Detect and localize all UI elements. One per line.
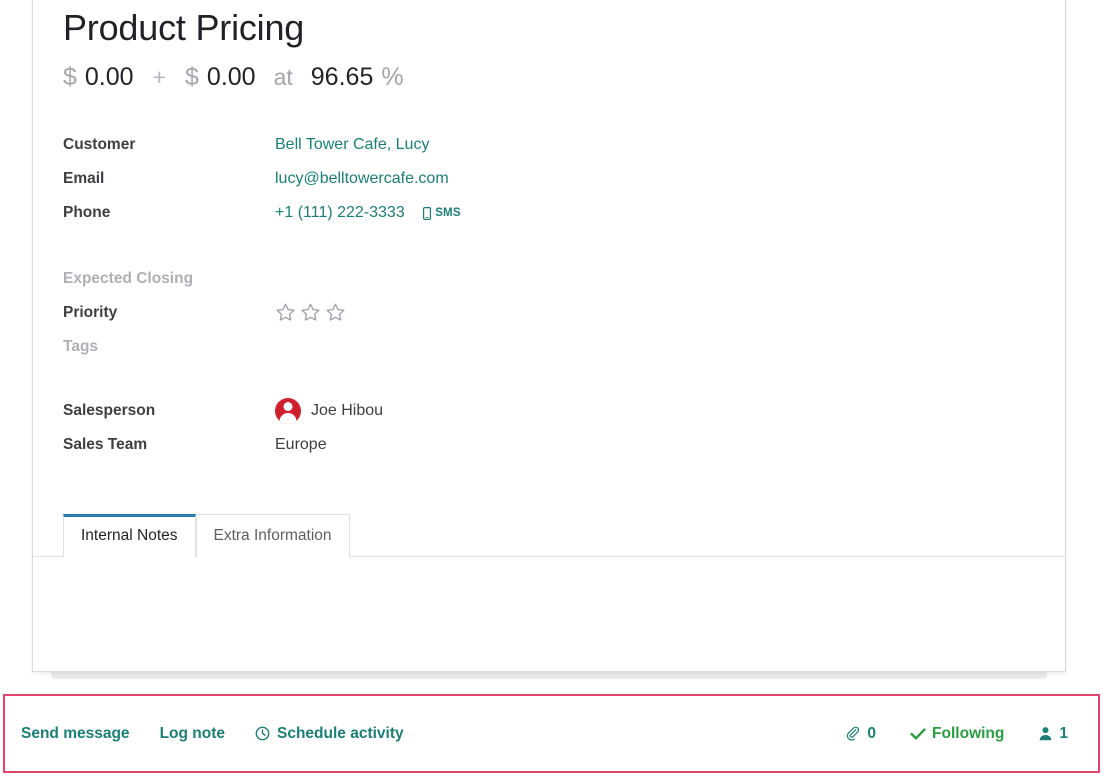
field-group-contact: Customer Bell Tower Cafe, Lucy Email luc…: [63, 132, 1035, 458]
star-icon-2[interactable]: [300, 302, 321, 323]
follower-count: 1: [1059, 724, 1068, 742]
salesperson-chip[interactable]: Joe Hibou: [275, 398, 384, 425]
notebook-panel-internal-notes[interactable]: [63, 557, 1035, 630]
record-form-card: Product Pricing $ 0.00 + $ 0.00 at 96.65…: [32, 0, 1066, 679]
field-row-customer: Customer Bell Tower Cafe, Lucy: [63, 132, 1035, 158]
chatter-stats: 0 Following 1: [811, 725, 1082, 743]
field-row-email: Email lucy@belltowercafe.com: [63, 166, 1035, 192]
check-icon: [910, 727, 926, 741]
sms-label: SMS: [435, 207, 461, 219]
currency-symbol-secondary: $: [185, 63, 199, 91]
attachment-count-button[interactable]: 0: [845, 725, 876, 743]
at-label: at: [273, 64, 293, 90]
tab-extra-information[interactable]: Extra Information: [195, 514, 350, 558]
field-value-sales-team[interactable]: Europe: [275, 432, 327, 458]
field-label-expected-closing: Expected Closing: [63, 270, 194, 288]
email-link[interactable]: lucy@belltowercafe.com: [275, 170, 449, 187]
following-button[interactable]: Following: [910, 725, 1004, 743]
notebook: Internal Notes Extra Information: [33, 514, 1065, 630]
avatar-head: [283, 402, 293, 412]
plus-separator: +: [152, 64, 167, 90]
chatter-actions: Send message Log note Schedule activity: [21, 725, 404, 743]
field-label-phone: Phone: [63, 204, 111, 221]
chatter-toolbar: Send message Log note Schedule activity: [3, 694, 1100, 773]
percent-symbol: %: [381, 63, 404, 91]
schedule-activity-button[interactable]: Schedule activity: [255, 725, 404, 743]
star-icon-3[interactable]: [325, 302, 346, 323]
field-value-salesperson[interactable]: Joe Hibou: [275, 398, 384, 425]
field-label-email: Email: [63, 170, 105, 187]
field-group-divider-1: [63, 234, 1035, 266]
recurring-revenue-value: 0.00: [206, 63, 256, 91]
attachment-count: 0: [867, 724, 877, 742]
currency-symbol: $: [63, 63, 77, 91]
notebook-tab-strip: Internal Notes Extra Information: [33, 514, 1065, 558]
phone-link[interactable]: +1 (111) 222-3333: [275, 204, 405, 221]
expected-revenue-value: 0.00: [84, 63, 134, 91]
customer-link[interactable]: Bell Tower Cafe, Lucy: [275, 136, 429, 153]
star-icon-1[interactable]: [275, 302, 296, 323]
price-summary-row: $ 0.00 + $ 0.00 at 96.65 %: [63, 63, 1035, 92]
paperclip-icon: [845, 726, 861, 742]
priority-star-rating[interactable]: [275, 300, 346, 323]
field-value-priority[interactable]: [275, 300, 346, 323]
avatar-body: [279, 413, 297, 425]
clock-icon: [255, 726, 270, 741]
field-label-customer: Customer: [63, 136, 136, 153]
field-value-customer[interactable]: Bell Tower Cafe, Lucy: [275, 132, 429, 158]
tab-internal-notes[interactable]: Internal Notes: [63, 514, 196, 558]
field-label-priority: Priority: [63, 304, 118, 322]
mobile-phone-icon: [423, 206, 432, 220]
chatter-toolbar-inner: Send message Log note Schedule activity: [5, 696, 1098, 771]
following-label: Following: [932, 724, 1005, 742]
field-label-sales-team: Sales Team: [63, 436, 148, 454]
field-label-tags: Tags: [63, 338, 99, 356]
field-row-phone: Phone +1 (111) 222-3333 SMS: [63, 200, 1035, 226]
field-row-priority: Priority: [63, 300, 1035, 326]
field-group-divider-2: [63, 368, 1035, 398]
field-row-tags: Tags: [63, 334, 1035, 360]
expected-revenue-group[interactable]: $ 0.00: [63, 63, 134, 92]
field-row-expected-closing: Expected Closing: [63, 266, 1035, 292]
schedule-activity-label: Schedule activity: [277, 724, 404, 742]
avatar: [275, 398, 301, 425]
page-title: Product Pricing: [63, 7, 305, 48]
log-note-button[interactable]: Log note: [160, 725, 225, 743]
form-sheet: Product Pricing $ 0.00 + $ 0.00 at 96.65…: [33, 0, 1065, 630]
field-row-salesperson: Salesperson Joe Hibou: [63, 398, 1035, 425]
probability-group[interactable]: 96.65 %: [311, 63, 404, 92]
recurring-revenue-group[interactable]: $ 0.00: [185, 63, 256, 92]
field-label-salesperson: Salesperson: [63, 402, 156, 420]
field-row-sales-team: Sales Team Europe: [63, 432, 1035, 458]
field-value-email[interactable]: lucy@belltowercafe.com: [275, 166, 449, 192]
salesperson-name: Joe Hibou: [311, 402, 384, 420]
field-value-phone[interactable]: +1 (111) 222-3333 SMS: [275, 200, 461, 226]
follower-count-button[interactable]: 1: [1038, 725, 1068, 743]
probability-value: 96.65: [310, 63, 374, 91]
user-icon: [1038, 726, 1053, 741]
send-message-button[interactable]: Send message: [21, 725, 130, 743]
sms-button[interactable]: SMS: [423, 200, 461, 226]
